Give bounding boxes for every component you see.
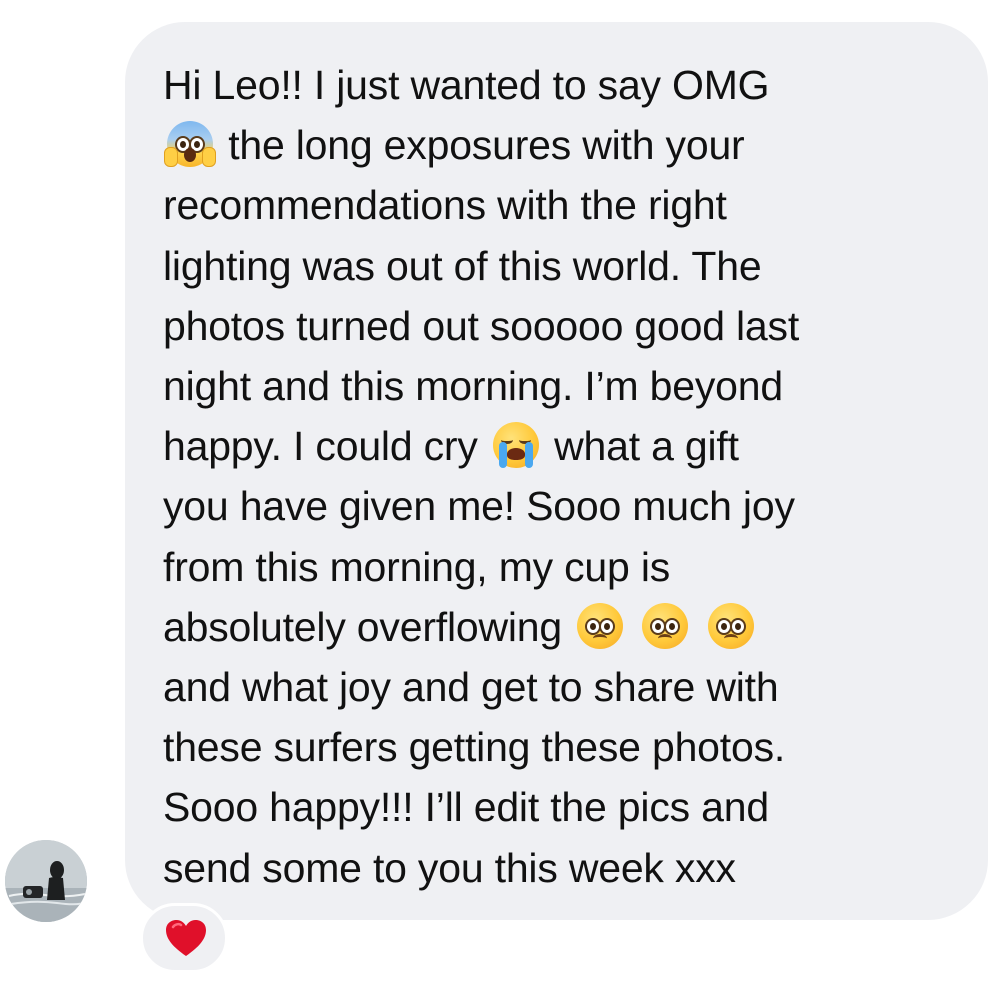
crying-emoji [492,422,539,469]
pleading-emoji [642,602,689,649]
message-text-segment: these surfers getting these photos. [163,724,786,771]
message-line: and what joy and get to share with [163,657,968,717]
message-line: night and this morning. I’m beyond [163,356,968,416]
message-line: lighting was out of this world. The [163,236,968,296]
message-text-segment [627,604,638,650]
scream-emoji [164,121,216,168]
message-text-segment: happy. I could cry [163,423,489,470]
message-text-segment [692,604,703,650]
message-text-segment: photos turned out sooooo good last [163,302,800,349]
message-line: send some to you this week xxx [163,838,968,898]
message-bubble[interactable]: Hi Leo!! I just wanted to say OMG the lo… [125,22,988,920]
message-text-segment: lighting was out of this world. The [163,242,762,289]
message-text-segment: the long exposures with your [217,122,745,169]
message-line: you have given me! Sooo much joy [163,476,968,536]
message-line: these surfers getting these photos. [163,717,968,777]
message-line: Hi Leo!! I just wanted to say OMG [163,55,968,115]
message-text-segment: what a gift [542,423,739,470]
message-text-segment: you have given me! Sooo much joy [163,483,795,530]
message-line: from this morning, my cup is [163,537,968,597]
message-text-segment: night and this morning. I’m beyond [163,363,783,410]
message-line: the long exposures with your [163,115,968,175]
message-text-segment: absolutely overflowing [163,603,574,650]
message-text: Hi Leo!! I just wanted to say OMG the lo… [163,55,968,898]
message-line: Sooo happy!!! I’ll edit the pics and [163,777,968,837]
message-line: photos turned out sooooo good last [163,296,968,356]
reaction-badge[interactable] [140,903,228,973]
chat-thread: Hi Leo!! I just wanted to say OMG the lo… [0,0,996,996]
message-text-segment: from this morning, my cup is [163,543,671,590]
sender-avatar[interactable] [5,840,87,922]
pleading-emoji [577,602,624,649]
message-text-segment: Sooo happy!!! I’ll edit the pics and [163,784,769,831]
pleading-emoji [707,602,754,649]
message-line: recommendations with the right [163,175,968,235]
message-line: happy. I could cry what a gift [163,416,968,476]
message-text-segment: send some to you this week xxx [163,844,736,891]
heart-icon [166,920,206,956]
message-text-segment: and what joy and get to share with [163,664,779,711]
message-text-segment: recommendations with the right [163,182,727,229]
message-text-segment: Hi Leo!! I just wanted to say OMG [163,62,770,108]
message-line: absolutely overflowing [163,597,968,657]
